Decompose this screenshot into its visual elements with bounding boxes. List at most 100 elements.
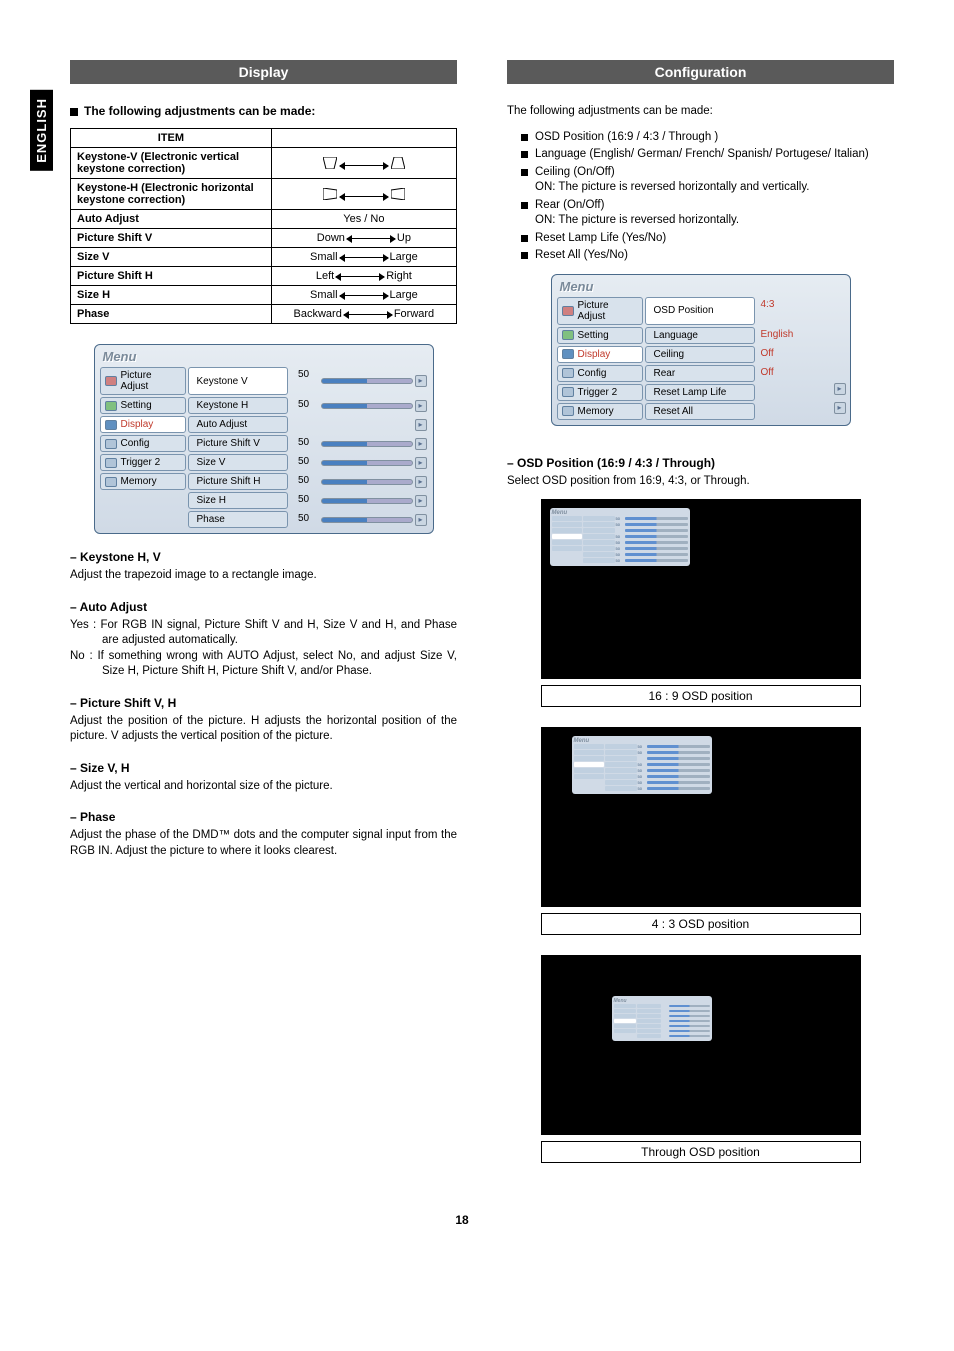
menu-item-reset-all[interactable]: Reset All [645, 403, 755, 420]
slider[interactable]: ▸ [321, 454, 427, 471]
val-right: Up [397, 232, 411, 244]
bullet-reset-all: Reset All (Yes/No) [521, 248, 894, 264]
left-lead: The following adjustments can be made: [70, 104, 457, 118]
menu-nav-config[interactable]: Config [557, 365, 643, 382]
row-val: Backward Forward [271, 305, 456, 324]
menu-nav-picture-adjust[interactable]: Picture Adjust [100, 367, 186, 395]
menu-nav-memory[interactable]: Memory [100, 473, 186, 490]
menu-item-rear[interactable]: Rear [645, 365, 755, 382]
item-value: 50 [289, 367, 319, 395]
menu-item-size-h[interactable]: Size H [188, 492, 288, 509]
menu-nav-setting[interactable]: Setting [100, 397, 186, 414]
menu-item-auto-adjust[interactable]: Auto Adjust [188, 416, 288, 433]
item-label: Picture Shift V [197, 438, 260, 449]
row-label: Picture Shift H [71, 267, 272, 286]
slider[interactable]: ▸ [321, 416, 427, 433]
val-right: Forward [394, 308, 434, 320]
display-header: Display [70, 60, 457, 84]
enter-btn-icon[interactable]: ▸ [834, 383, 846, 395]
row-val [271, 179, 456, 210]
table-row: Picture Shift H Left Right [71, 267, 457, 286]
slider-btn-icon[interactable]: ▸ [415, 495, 427, 507]
slider-btn-icon[interactable]: ▸ [415, 457, 427, 469]
slider[interactable]: ▸ [321, 511, 427, 528]
menu-nav-trigger2[interactable]: Trigger 2 [100, 454, 186, 471]
menu-item-language[interactable]: Language [645, 327, 755, 344]
item-value: 4:3 [757, 297, 827, 325]
menu-item-keystone-v[interactable]: Keystone V [188, 367, 288, 395]
item-value [289, 416, 319, 433]
item-value: Off [757, 346, 827, 363]
slider-btn-icon[interactable]: ▸ [415, 514, 427, 526]
slider[interactable]: ▸ [321, 367, 427, 395]
row-label: Keystone-V (Electronic vertical keystone… [71, 148, 272, 179]
slider[interactable]: ▸ [321, 473, 427, 490]
slider-btn-icon[interactable]: ▸ [415, 438, 427, 450]
slider-btn-icon[interactable]: ▸ [415, 476, 427, 488]
enter-btn-icon[interactable]: ▸ [834, 402, 846, 414]
trapezoid-down-icon [323, 157, 337, 169]
val-left: Backward [294, 308, 342, 320]
slider-btn-icon[interactable]: ▸ [415, 400, 427, 412]
bullet-rear: Rear (On/Off)ON: The picture is reversed… [521, 198, 894, 229]
config-menu: Menu Picture Adjust OSD Position 4:3 Set… [551, 274, 851, 426]
row-label: Size V [71, 248, 272, 267]
menu-item-reset-lamp[interactable]: Reset Lamp Life [645, 384, 755, 401]
setting-icon [105, 401, 117, 411]
menu-title: Menu [99, 349, 429, 366]
menu-nav-display[interactable]: Display [557, 346, 643, 363]
val-left: Small [310, 251, 338, 263]
slider[interactable]: ▸ [321, 492, 427, 509]
slider-btn-icon[interactable]: ▸ [415, 375, 427, 387]
picture-shift-heading: – Picture Shift V, H [70, 696, 457, 710]
table-row: Auto Adjust Yes / No [71, 210, 457, 229]
item-label: Language [654, 330, 699, 341]
caption-through: Through OSD position [541, 1141, 861, 1163]
bullet-language: Language (English/ German/ French/ Spani… [521, 147, 894, 163]
osd-position-text: Select OSD position from 16:9, 4:3, or T… [507, 474, 894, 490]
display-menu: Menu Picture Adjust Keystone V 50 ▸ Sett… [94, 344, 434, 534]
row-val: Down Up [271, 229, 456, 248]
menu-nav-trigger2[interactable]: Trigger 2 [557, 384, 643, 401]
bullet-ceiling: Ceiling (On/Off)ON: The picture is rever… [521, 165, 894, 196]
auto-adjust-yes: Yes : For RGB IN signal, Picture Shift V… [70, 618, 457, 649]
page-number: 18 [30, 1213, 894, 1227]
phase-text: Adjust the phase of the DMD™ dots and th… [70, 828, 457, 859]
menu-nav-setting[interactable]: Setting [557, 327, 643, 344]
menu-nav-display[interactable]: Display [100, 416, 186, 433]
menu-item-picture-shift-h[interactable]: Picture Shift H [188, 473, 288, 490]
menu-item-size-v[interactable]: Size V [188, 454, 288, 471]
val-left: Down [317, 232, 345, 244]
keystone-text: Adjust the trapezoid image to a rectangl… [70, 568, 457, 584]
setting-icon [562, 330, 574, 340]
display-icon [105, 420, 117, 430]
menu-item-osd-position[interactable]: OSD Position [645, 297, 755, 325]
menu-item-keystone-h[interactable]: Keystone H [188, 397, 288, 414]
size-text: Adjust the vertical and horizontal size … [70, 779, 457, 795]
item-value: 50 [289, 397, 319, 414]
item-value: 50 [289, 492, 319, 509]
item-label: Ceiling [654, 349, 685, 360]
menu-nav-picture-adjust[interactable]: Picture Adjust [557, 297, 643, 325]
menu-item-picture-shift-v[interactable]: Picture Shift V [188, 435, 288, 452]
nav-label: Picture Adjust [121, 370, 181, 392]
slider-btn-icon[interactable]: ▸ [415, 419, 427, 431]
menu-nav-memory[interactable]: Memory [557, 403, 643, 420]
slider[interactable]: ▸ [321, 435, 427, 452]
keystone-heading: – Keystone H, V [70, 550, 457, 564]
slider[interactable]: ▸ [321, 397, 427, 414]
auto-adjust-no: No : If something wrong with AUTO Adjust… [70, 649, 457, 680]
bullet-reset-lamp: Reset Lamp Life (Yes/No) [521, 231, 894, 247]
val-right: Right [386, 270, 412, 282]
menu-nav-config[interactable]: Config [100, 435, 186, 452]
nav-label: Trigger 2 [121, 457, 161, 468]
item-label: Auto Adjust [197, 419, 248, 430]
item-label: Phase [197, 514, 225, 525]
item-label: Reset All [654, 406, 693, 417]
item-value: 50 [289, 435, 319, 452]
item-label: Keystone H [197, 400, 249, 411]
nav-label: Display [578, 349, 611, 360]
menu-item-phase[interactable]: Phase [188, 511, 288, 528]
item-label: OSD Position [654, 305, 714, 316]
menu-item-ceiling[interactable]: Ceiling [645, 346, 755, 363]
